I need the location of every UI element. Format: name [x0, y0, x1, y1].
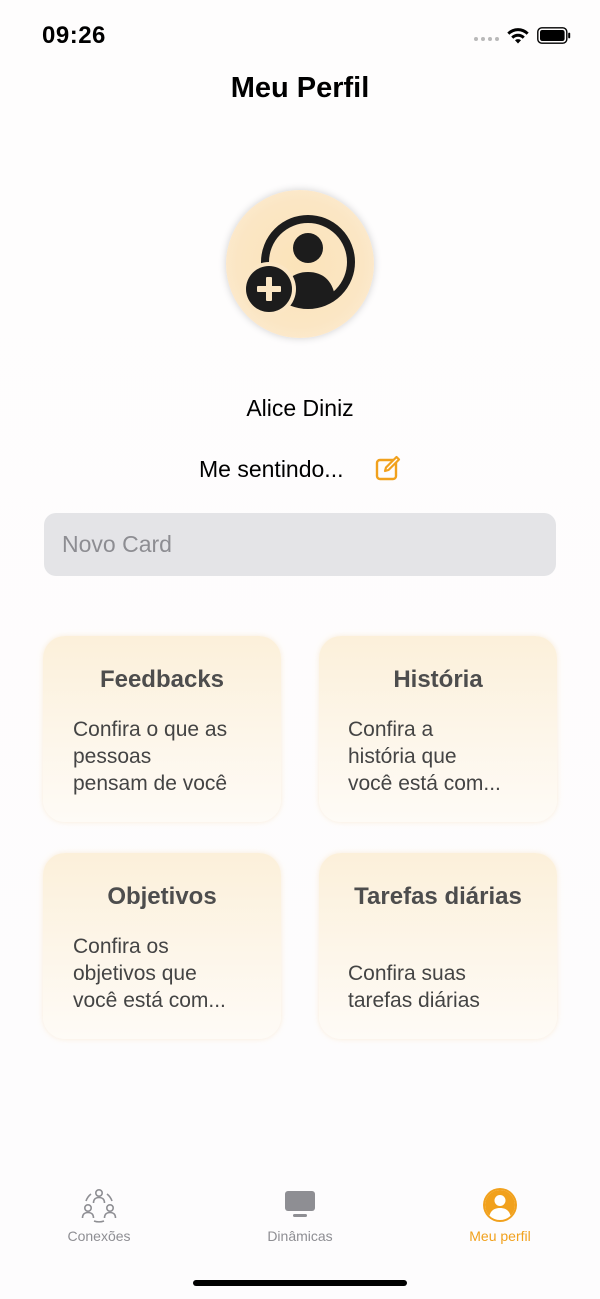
card-description-line: tarefas diárias: [348, 989, 480, 1012]
card-description: Confira suas tarefas diárias: [348, 960, 533, 1014]
status-time: 09:26: [42, 22, 106, 49]
mood-label: Me sentindo...: [199, 456, 344, 482]
home-indicator: [193, 1280, 407, 1286]
card-description-line: pensam de você: [73, 772, 228, 795]
edit-mood-icon[interactable]: [375, 455, 401, 481]
tab-label: Conexões: [67, 1228, 131, 1244]
tab-label: Dinâmicas: [267, 1228, 333, 1244]
status-bar: 09:26: [0, 0, 600, 70]
tab-meu-perfil[interactable]: Meu perfil: [420, 1180, 580, 1250]
new-card-input[interactable]: [44, 513, 556, 576]
tab-bar: Conexões Dinâmicas Meu perfil: [0, 1180, 600, 1260]
battery-icon: [537, 27, 571, 44]
card-description-line: você está com...: [73, 989, 226, 1012]
page-title: Meu Perfil: [230, 72, 370, 104]
historia-card[interactable]: História Confira a história que você est…: [319, 636, 557, 822]
card-description-line: Confira a: [348, 718, 434, 741]
card-description: Confira os objetivos que você está com..…: [73, 933, 258, 1014]
connections-icon: [81, 1188, 117, 1223]
screen-icon: [285, 1191, 315, 1217]
mood-row: Me sentindo...: [0, 454, 600, 486]
card-description-line: Confira suas: [348, 962, 466, 985]
tab-label: Meu perfil: [469, 1228, 531, 1244]
card-title: Feedbacks: [99, 666, 225, 693]
objetivos-card[interactable]: Objetivos Confira os objetivos que você …: [43, 853, 281, 1039]
tarefas-diarias-card[interactable]: Tarefas diárias Confira suas tarefas diá…: [319, 853, 557, 1039]
card-title: Tarefas diárias: [354, 883, 522, 910]
cellular-signal-icon: [474, 37, 499, 41]
profile-icon: [483, 1188, 517, 1222]
card-description-line: você está com...: [348, 772, 501, 795]
card-description: Confira o que as pessoas pensam de você: [73, 716, 258, 797]
user-name: Alice Diniz: [246, 395, 354, 421]
card-description-line: história que: [348, 745, 457, 768]
card-title: Objetivos: [107, 883, 217, 910]
card-description: Confira a história que você está com...: [348, 716, 533, 797]
card-description-line: pessoas: [73, 745, 152, 768]
card-description-line: Confira o que as: [73, 718, 228, 741]
tab-dinamicas[interactable]: Dinâmicas: [220, 1180, 380, 1250]
avatar-button[interactable]: [226, 190, 374, 338]
card-description-line: Confira os: [73, 935, 169, 958]
tab-conexoes[interactable]: Conexões: [19, 1180, 179, 1250]
feedbacks-card[interactable]: Feedbacks Confira o que as pessoas pensa…: [43, 636, 281, 822]
card-title: História: [393, 666, 483, 693]
card-description-line: objetivos que: [73, 962, 197, 985]
add-profile-photo-icon: [242, 215, 355, 316]
wifi-icon: [507, 28, 529, 44]
